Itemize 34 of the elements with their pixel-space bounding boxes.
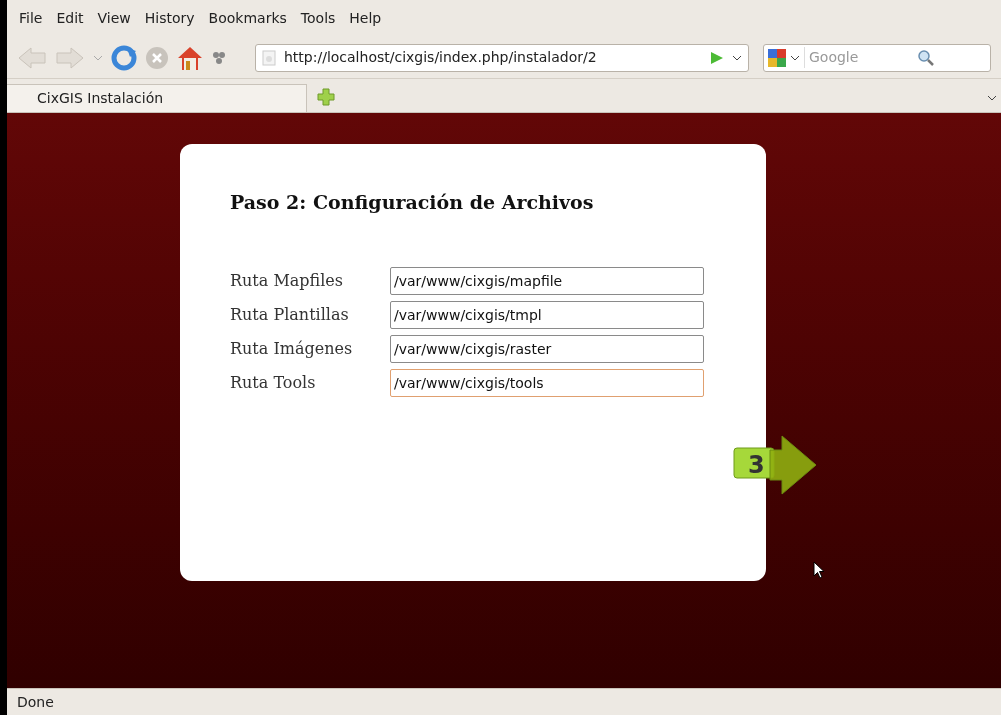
dropdown-caret-icon[interactable] [732,53,742,62]
menu-item[interactable]: File [19,8,43,29]
nodes-icon[interactable] [211,49,227,66]
path-input[interactable]: /var/www/cixgis/tmpl [390,300,704,329]
stop-icon[interactable] [145,45,169,70]
field-label: Ruta Plantillas [230,303,350,326]
menu-item[interactable]: Help [349,8,382,29]
menu-item[interactable]: Edit [56,8,84,29]
menu-item[interactable]: Tools [300,8,336,29]
search-bar[interactable]: Google [763,43,991,72]
new-tab-icon[interactable] [317,88,335,106]
search-field[interactable]: Google [804,47,914,68]
home-icon[interactable] [177,44,203,71]
address-field[interactable]: http://localhost/cixgis/index.php/instalador/2 [255,43,749,72]
reload-icon[interactable] [111,44,137,71]
field-label: Ruta Imágenes [230,337,354,360]
status-text: Done [17,692,54,712]
path-input[interactable]: /var/www/cixgis/mapfile [390,266,704,295]
path-input[interactable]: /var/www/cixgis/raster [390,334,704,363]
browser-tab[interactable]: CixGIS Instalación [7,84,307,112]
tab-list-caret-icon[interactable] [987,94,997,102]
menu-item[interactable]: History [144,8,195,29]
search-icon[interactable] [918,49,934,66]
menu-item[interactable]: Bookmarks [208,8,287,29]
page-icon [262,49,276,66]
field-label: Ruta Tools [230,371,317,394]
search-engine-icon[interactable] [768,48,786,67]
dropdown-caret-icon[interactable] [790,53,800,62]
path-input[interactable]: /var/www/cixgis/tools [390,368,704,397]
field-label: Ruta Mapfiles [230,269,345,292]
menu-item[interactable]: View [97,8,131,29]
mouse-pointer-icon [813,561,825,579]
step-title: Paso 2: Configuración de Archivos [230,190,595,215]
go-icon[interactable] [710,50,724,65]
